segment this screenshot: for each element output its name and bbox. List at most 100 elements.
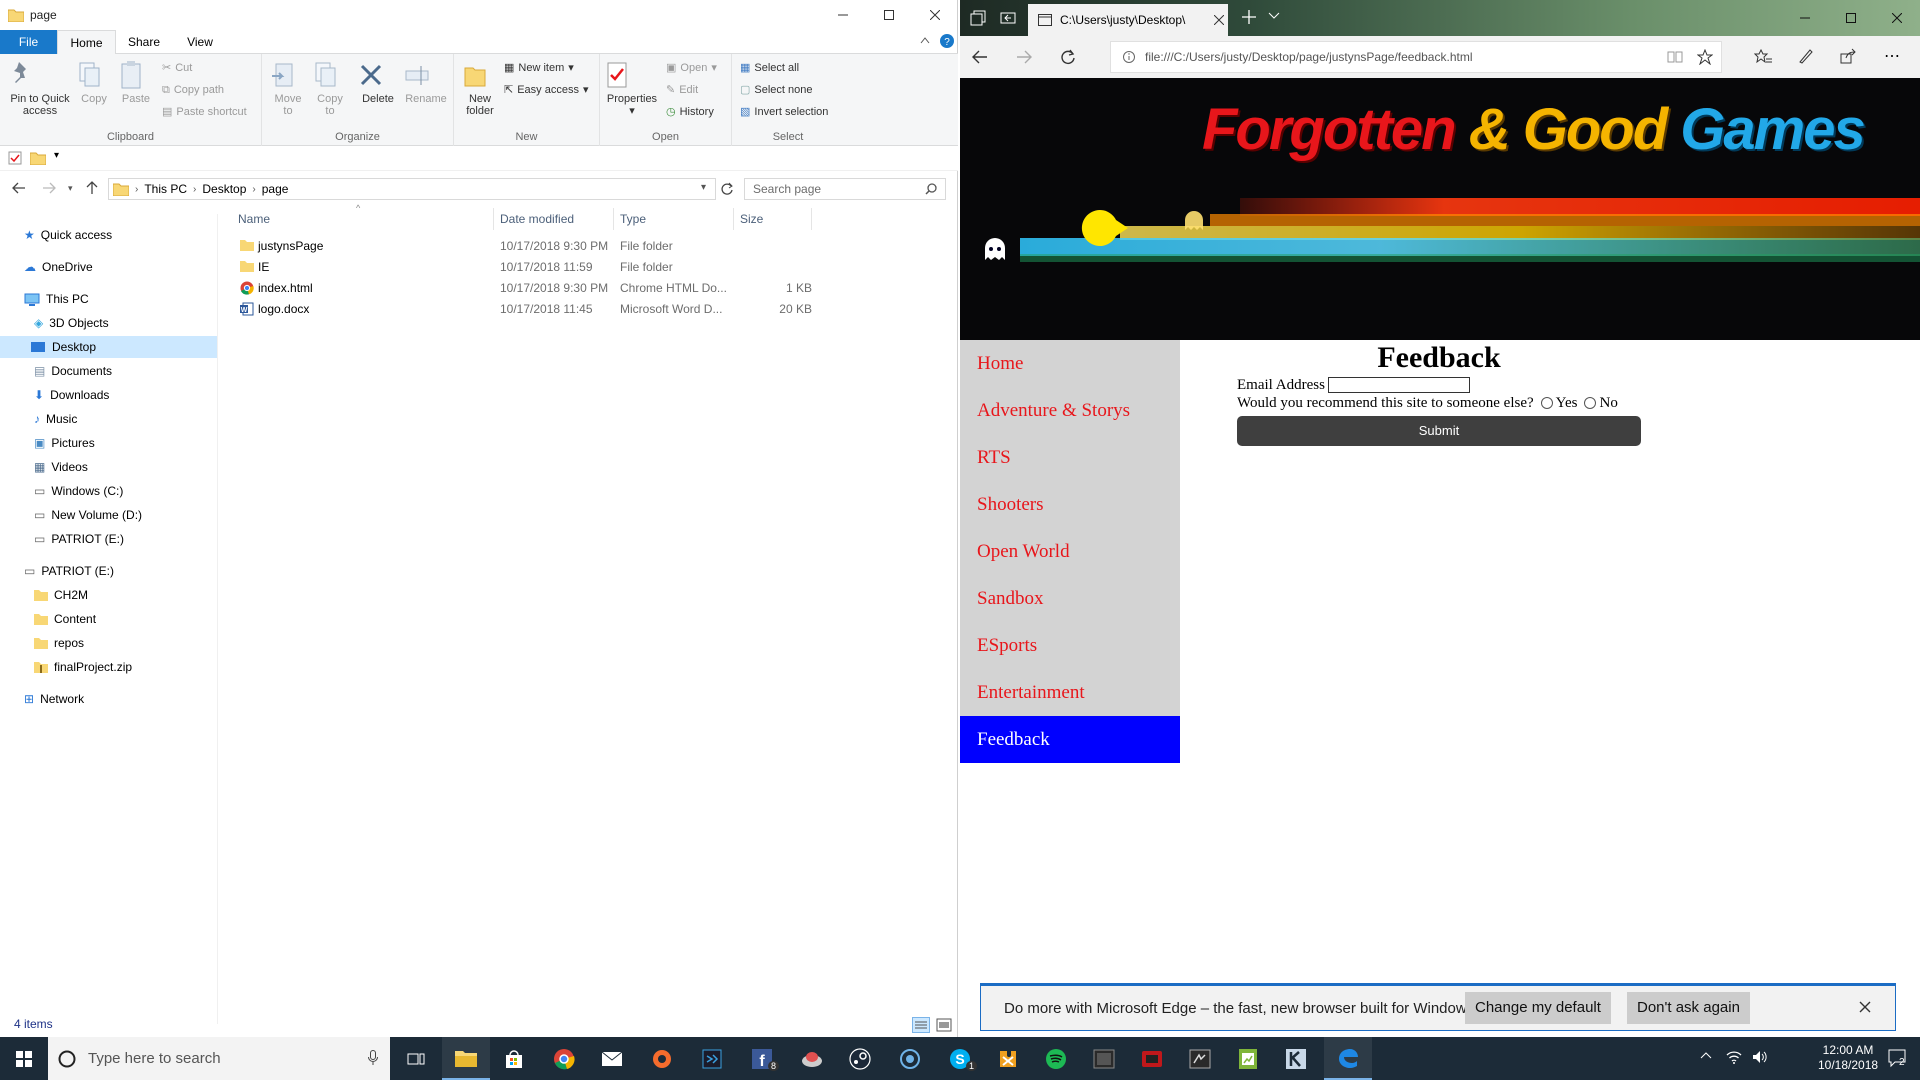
- more-menu-icon[interactable]: ⋯: [1884, 46, 1901, 66]
- nav-repos[interactable]: repos: [34, 632, 84, 654]
- paste-shortcut-button[interactable]: ▤ Paste shortcut: [162, 103, 247, 121]
- tab-preview-chevron-icon[interactable]: [1268, 12, 1280, 20]
- site-nav-open-world[interactable]: Open World: [960, 528, 1180, 575]
- visual-studio-icon[interactable]: [688, 1037, 736, 1080]
- new-folder-button[interactable]: New folder: [462, 60, 498, 117]
- chevron-up-icon[interactable]: [920, 36, 930, 44]
- site-nav-sandbox[interactable]: Sandbox: [960, 575, 1180, 622]
- tab-file[interactable]: File: [0, 30, 57, 54]
- dont-ask-again-button[interactable]: Don't ask again: [1627, 992, 1750, 1024]
- nav-3d-objects[interactable]: ◈ 3D Objects: [34, 312, 109, 334]
- nav-ch2m[interactable]: CH2M: [34, 584, 88, 606]
- volume-icon[interactable]: [1752, 1050, 1768, 1064]
- nav-content[interactable]: Content: [34, 608, 96, 630]
- select-all-button[interactable]: ▦ Select all: [740, 59, 799, 77]
- nav-patriot-e[interactable]: ▭ PATRIOT (E:): [34, 528, 124, 550]
- nav-documents[interactable]: ▤ Documents: [34, 360, 112, 382]
- breadcrumb-page[interactable]: page: [262, 182, 289, 196]
- wifi-icon[interactable]: [1726, 1050, 1742, 1064]
- column-header-type[interactable]: Type: [614, 208, 734, 230]
- nav-videos[interactable]: ▦ Videos: [34, 456, 88, 478]
- recent-locations-icon[interactable]: ▾: [68, 183, 73, 194]
- submit-button[interactable]: Submit: [1237, 416, 1641, 446]
- skype-icon[interactable]: S1: [936, 1037, 984, 1080]
- refresh-icon[interactable]: [1060, 49, 1076, 65]
- address-dropdown-icon[interactable]: ▾: [701, 182, 706, 193]
- tab-share[interactable]: Share: [116, 30, 172, 54]
- media-player-icon[interactable]: [1080, 1037, 1128, 1080]
- tab-view[interactable]: View: [172, 30, 228, 54]
- nav-new-volume-d[interactable]: ▭ New Volume (D:): [34, 504, 142, 526]
- taskbar-clock[interactable]: 12:00 AM 10/18/2018: [1818, 1043, 1878, 1073]
- nav-windows-c[interactable]: ▭ Windows (C:): [34, 480, 123, 502]
- history-button[interactable]: ◷ History: [666, 103, 714, 121]
- copy-path-button[interactable]: ⧉ Copy path: [162, 81, 224, 99]
- search-input[interactable]: Search page: [744, 178, 946, 200]
- close-button[interactable]: [1874, 3, 1920, 33]
- file-row[interactable]: IE 10/17/2018 11:59 File folder: [232, 257, 812, 277]
- column-header-name[interactable]: Name: [232, 208, 494, 230]
- up-arrow-icon[interactable]: [86, 181, 98, 195]
- spreadsheet-app-icon[interactable]: [1224, 1037, 1272, 1080]
- forward-arrow-icon[interactable]: [42, 182, 56, 194]
- url-bar[interactable]: file:///C:/Users/justy/Desktop/page/just…: [1110, 41, 1722, 73]
- webcam-app-icon[interactable]: [886, 1037, 934, 1080]
- share-icon[interactable]: [1840, 48, 1856, 64]
- nav-downloads[interactable]: ⬇ Downloads: [34, 384, 109, 406]
- chrome-icon[interactable]: [540, 1037, 588, 1080]
- copy-to-button[interactable]: Copy to: [312, 60, 348, 117]
- tab-home[interactable]: Home: [57, 30, 116, 55]
- close-tab-icon[interactable]: [1214, 15, 1224, 25]
- start-button[interactable]: [0, 1037, 48, 1080]
- site-nav-feedback[interactable]: Feedback: [960, 716, 1180, 763]
- browser-tab-active[interactable]: C:\Users\justy\Desktop\: [1028, 4, 1228, 36]
- minimize-button[interactable]: [820, 0, 866, 30]
- edit-button[interactable]: ✎ Edit: [666, 81, 698, 99]
- recorder-app-icon[interactable]: [1128, 1037, 1176, 1080]
- forward-arrow-icon[interactable]: [1016, 50, 1032, 64]
- chevron-up-icon[interactable]: [1700, 1051, 1712, 1059]
- favorites-hub-icon[interactable]: [1754, 49, 1772, 65]
- minimize-button[interactable]: [1782, 3, 1828, 33]
- microphone-icon[interactable]: [368, 1050, 378, 1066]
- nav-music[interactable]: ♪ Music: [34, 408, 77, 430]
- open-button[interactable]: ▣ Open ▾: [666, 59, 717, 77]
- column-header-size[interactable]: Size: [734, 208, 812, 230]
- close-button[interactable]: [912, 0, 958, 30]
- nav-onedrive[interactable]: ☁ OneDrive: [24, 256, 93, 278]
- maximize-button[interactable]: [1828, 3, 1874, 33]
- select-none-button[interactable]: ▢ Select none: [740, 81, 813, 99]
- invert-selection-button[interactable]: ▧ Invert selection: [740, 103, 828, 121]
- nav-quick-access[interactable]: ★ Quick access: [24, 224, 112, 246]
- taskbar-search-input[interactable]: Type here to search: [48, 1037, 390, 1080]
- pen-notes-icon[interactable]: [1798, 48, 1814, 64]
- k-app-icon[interactable]: [1272, 1037, 1320, 1080]
- close-notification-icon[interactable]: [1859, 1001, 1871, 1013]
- easy-access-button[interactable]: ⇱ Easy access ▾: [504, 81, 589, 99]
- nav-final-project-zip[interactable]: finalProject.zip: [34, 656, 132, 678]
- site-nav-shooters[interactable]: Shooters: [960, 481, 1180, 528]
- breadcrumb-this-pc[interactable]: This PC: [144, 182, 187, 196]
- nav-patriot-root[interactable]: ▭ PATRIOT (E:): [24, 560, 114, 582]
- tab-manager-icon[interactable]: [970, 10, 986, 26]
- radio-no[interactable]: [1584, 397, 1597, 409]
- game-app-icon[interactable]: [788, 1037, 836, 1080]
- edge-taskbar-icon[interactable]: [1324, 1037, 1372, 1080]
- large-icons-view-icon[interactable]: [936, 1017, 952, 1033]
- nav-network[interactable]: ⊞ Network: [24, 688, 84, 710]
- refresh-icon[interactable]: [720, 182, 734, 196]
- favorite-star-icon[interactable]: [1697, 49, 1713, 65]
- nav-this-pc[interactable]: This PC: [24, 288, 89, 310]
- store-icon[interactable]: [490, 1037, 538, 1080]
- nav-pictures[interactable]: ▣ Pictures: [34, 432, 95, 454]
- paste-button[interactable]: Paste: [118, 60, 154, 105]
- site-nav-adventure[interactable]: Adventure & Storys: [960, 387, 1180, 434]
- radio-yes[interactable]: [1540, 397, 1553, 409]
- steam-icon[interactable]: [836, 1037, 884, 1080]
- change-default-button[interactable]: Change my default: [1465, 992, 1611, 1024]
- back-arrow-icon[interactable]: [12, 182, 26, 194]
- pin-quick-access-button[interactable]: Pin to Quick access: [6, 60, 74, 117]
- site-nav-esports[interactable]: ESports: [960, 622, 1180, 669]
- new-folder-icon[interactable]: [30, 151, 46, 165]
- copy-button[interactable]: Copy: [76, 60, 112, 105]
